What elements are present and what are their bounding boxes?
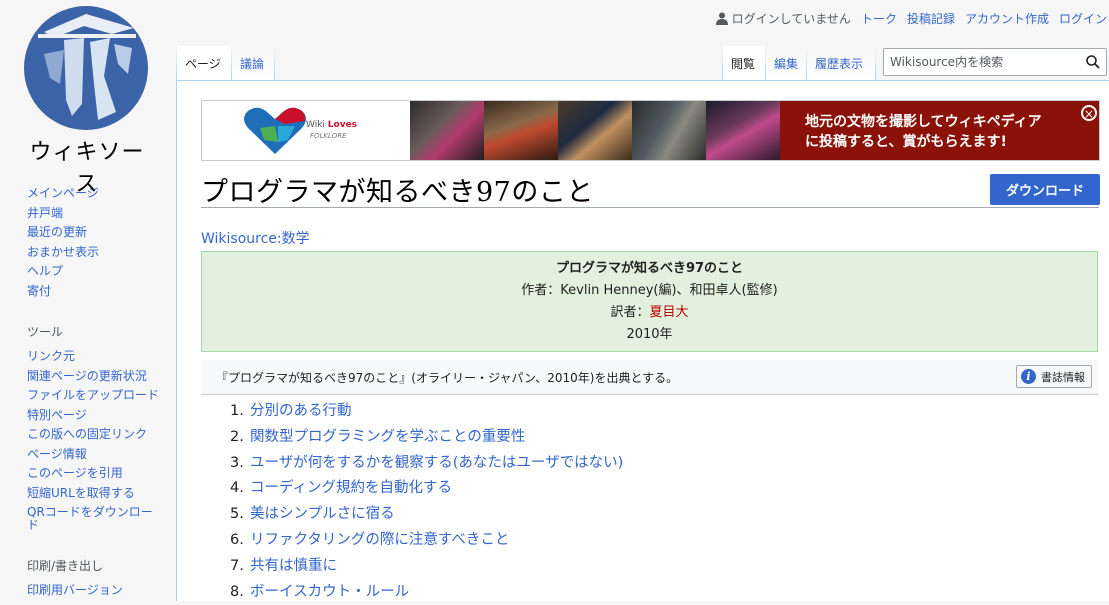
- banner-photo: [484, 101, 558, 160]
- work-title: プログラマが知るべき97のこと: [555, 261, 744, 276]
- tab-edit[interactable]: 編集: [766, 46, 806, 80]
- banner-message-line2: に投稿すると、賞がもらえます!: [805, 134, 1007, 150]
- sidebar-item-special-pages[interactable]: 特別ページ: [27, 406, 167, 426]
- chapter-link[interactable]: 関数型プログラミングを学ぶことの重要性: [250, 429, 525, 445]
- translator-label: 訳者：: [610, 305, 650, 320]
- list-item-number: 1.: [230, 403, 244, 419]
- translator-link[interactable]: 夏目大: [650, 305, 689, 320]
- list-item: 2. 関数型プログラミングを学ぶことの重要性: [230, 425, 623, 451]
- sidebar: メインページ 井戸端 最近の更新 おまかせ表示 ヘルプ 寄付 ツール リンク元 …: [27, 184, 167, 601]
- sidebar-print-heading: 印刷/書き出し: [27, 559, 104, 573]
- not-logged-in-status: ログインしていません: [715, 10, 851, 27]
- list-item-number: 6.: [230, 531, 244, 548]
- campaign-banner[interactable]: Wiki Loves FOLKLORE 地元の文物を撮影してウィキペディア に投…: [201, 100, 1100, 161]
- sidebar-item-village-pump[interactable]: 井戸端: [27, 204, 167, 224]
- close-icon[interactable]: ×: [1081, 105, 1097, 121]
- download-button[interactable]: ダウンロード: [990, 174, 1100, 205]
- personal-contributions-link[interactable]: 投稿記録: [907, 10, 955, 27]
- banner-photo: [558, 101, 632, 160]
- list-item-number: 4.: [230, 480, 244, 497]
- list-item: 5. 美はシンプルさに宿る: [230, 502, 623, 528]
- banner-loves-word: Loves: [327, 120, 358, 130]
- sidebar-nav: メインページ 井戸端 最近の更新 おまかせ表示 ヘルプ 寄付: [27, 184, 167, 301]
- bibliographic-info-label: 書誌情報: [1041, 370, 1085, 384]
- sidebar-item-short-url[interactable]: 短縮URLを取得する: [27, 484, 167, 504]
- chapter-link[interactable]: ボーイスカウト・ルール: [250, 584, 409, 600]
- work-year: 2010年: [626, 327, 673, 342]
- sidebar-item-qr-code[interactable]: QRコードをダウンロード: [27, 503, 157, 535]
- banner-photo: [410, 101, 484, 160]
- sidebar-item-cite-page[interactable]: このページを引用: [27, 464, 167, 484]
- search-input[interactable]: [884, 54, 1072, 70]
- not-logged-in-text: ログインしていません: [731, 12, 851, 26]
- list-item-number: 5.: [230, 506, 244, 523]
- tab-page[interactable]: ページ: [177, 46, 231, 80]
- list-item: 3. ユーザが何をするかを観察する(あなたはユーザではない): [230, 451, 623, 477]
- work-translator: 訳者：夏目大: [202, 302, 1097, 324]
- title-divider: [201, 207, 1099, 208]
- tab-separator: [274, 46, 275, 80]
- personal-talk-link[interactable]: トーク: [861, 10, 897, 27]
- personal-menu: ログインしていません トーク 投稿記録 アカウント作成 ログイン: [715, 10, 1109, 27]
- list-item: 4. コーディング規約を自動化する: [230, 476, 623, 502]
- work-header-box: プログラマが知るべき97のこと 作者：Kevlin Henney(編)、和田卓人…: [201, 251, 1098, 352]
- sidebar-item-main-page[interactable]: メインページ: [27, 184, 167, 204]
- banner-photo-strip: [410, 101, 780, 160]
- create-account-link[interactable]: アカウント作成: [965, 10, 1049, 27]
- banner-photo: [706, 101, 780, 160]
- sidebar-item-random[interactable]: おまかせ表示: [27, 243, 167, 263]
- banner-wiki-loves-text: Wiki Loves: [306, 120, 357, 130]
- list-item-number: 2.: [230, 428, 244, 445]
- search-icon[interactable]: [1086, 55, 1100, 69]
- login-link[interactable]: ログイン: [1059, 10, 1107, 27]
- sidebar-tools: リンク元 関連ページの更新状況 ファイルをアップロード 特別ページ この版への固…: [27, 347, 167, 535]
- sidebar-item-donate[interactable]: 寄付: [27, 282, 167, 302]
- search-box: [883, 48, 1107, 76]
- list-item: 7. 共有は慎重に: [230, 554, 623, 580]
- sidebar-item-printable-version[interactable]: 印刷用バージョン: [27, 581, 167, 601]
- list-item-number: 7.: [230, 557, 244, 574]
- bibliographic-info-button[interactable]: i 書誌情報: [1016, 365, 1092, 388]
- sidebar-item-page-info[interactable]: ページ情報: [27, 445, 167, 465]
- sidebar-item-help[interactable]: ヘルプ: [27, 262, 167, 282]
- source-note: 『プログラマが知るべき97のこと』(オライリー・ジャパン、2010年)を出典とす…: [201, 360, 1098, 395]
- sidebar-item-related-changes[interactable]: 関連ページの更新状況: [27, 367, 167, 387]
- tab-talk[interactable]: 議論: [232, 46, 274, 80]
- chapter-list: 1. 分別のある行動 2. 関数型プログラミングを学ぶことの重要性 3. ユーザが何を…: [230, 399, 623, 605]
- wikisource-logo-icon: [24, 6, 148, 130]
- heart-puzzle-icon: [244, 107, 306, 154]
- sidebar-print: 印刷用バージョン: [27, 581, 167, 601]
- sidebar-item-what-links-here[interactable]: リンク元: [27, 347, 167, 367]
- sidebar-item-permanent-link[interactable]: この版への固定リンク: [27, 425, 167, 445]
- list-item: 6. リファクタリングの際に注意すべきこと: [230, 528, 623, 554]
- chapter-link[interactable]: コーディング規約を自動化する: [250, 480, 452, 496]
- banner-message: 地元の文物を撮影してウィキペディア に投稿すると、賞がもらえます!: [780, 101, 1099, 160]
- chapter-link[interactable]: 美はシンプルさに宿る: [250, 506, 395, 522]
- wiki-loves-folklore-logo: Wiki Loves FOLKLORE: [202, 101, 410, 160]
- banner-folklore-text: FOLKLORE: [310, 132, 347, 140]
- user-icon: [715, 12, 728, 25]
- banner-message-line1: 地元の文物を撮影してウィキペディア: [805, 114, 1042, 130]
- chapter-link[interactable]: ユーザが何をするかを観察する(あなたはユーザではない): [250, 455, 623, 471]
- page-title: プログラマが知るべき97のこと: [201, 177, 594, 208]
- sidebar-item-upload-file[interactable]: ファイルをアップロード: [27, 386, 167, 406]
- category-link[interactable]: Wikisource:数学: [201, 228, 310, 248]
- tab-read[interactable]: 閲覧: [723, 46, 765, 80]
- work-author: 作者：Kevlin Henney(編)、和田卓人(監修): [521, 283, 778, 298]
- banner-photo: [632, 101, 706, 160]
- tab-history[interactable]: 履歴表示: [807, 46, 875, 80]
- sidebar-item-recent-changes[interactable]: 最近の更新: [27, 223, 167, 243]
- info-icon: i: [1021, 369, 1036, 384]
- banner-wiki-loves: Wiki Loves: [306, 120, 358, 130]
- chapter-link[interactable]: 共有は慎重に: [250, 558, 337, 574]
- list-item-number: 3.: [230, 454, 244, 471]
- list-item-number: 8.: [230, 583, 244, 600]
- chapter-link[interactable]: 分別のある行動: [250, 403, 352, 419]
- chapter-link[interactable]: リファクタリングの際に注意すべきこと: [250, 532, 509, 548]
- tab-separator: [875, 46, 876, 80]
- sidebar-tools-heading: ツール: [27, 325, 64, 339]
- list-item: 1. 分別のある行動: [230, 399, 623, 425]
- list-item: 8. ボーイスカウト・ルール: [230, 580, 623, 605]
- source-text: 『プログラマが知るべき97のこと』(オライリー・ジャパン、2010年)を出典とす…: [216, 371, 679, 385]
